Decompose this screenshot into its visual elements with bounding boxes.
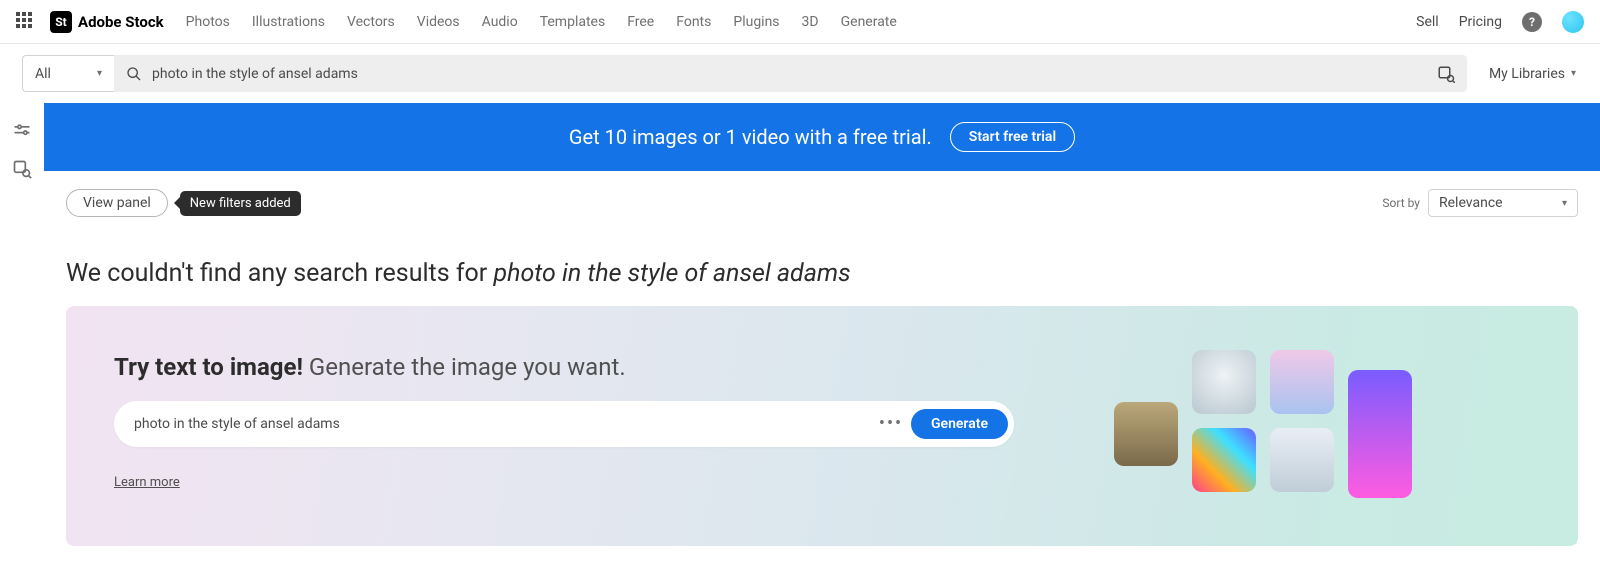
no-results-prefix: We couldn't find any search results for [66,259,493,288]
avatar[interactable] [1562,11,1584,33]
chevron-down-icon: ▾ [1571,68,1576,79]
sample-thumb [1192,428,1256,492]
sort-control: Sort by Relevance ▾ [1382,189,1578,217]
left-rail [0,103,44,574]
header-right: Sell Pricing ? [1416,11,1584,33]
nav-illustrations[interactable]: Illustrations [252,14,325,30]
tti-sample-thumbs [1114,344,1412,498]
top-header: St Adobe Stock Photos Illustrations Vect… [0,0,1600,44]
nav-vectors[interactable]: Vectors [347,14,395,30]
visual-search-icon[interactable] [1437,65,1455,83]
view-panel-button[interactable]: View panel [66,189,168,217]
sample-thumb [1270,428,1334,492]
nav-audio[interactable]: Audio [482,14,518,30]
promo-banner: Get 10 images or 1 video with a free tri… [44,103,1600,171]
sample-thumb [1114,402,1178,466]
tti-heading-bold: Try text to image! [114,353,303,381]
apps-grid-icon[interactable] [16,12,36,32]
filters-icon[interactable] [12,121,32,141]
tti-heading: Try text to image! Generate the image yo… [114,353,1074,381]
nav-generate[interactable]: Generate [841,14,897,30]
nav-free[interactable]: Free [627,14,654,30]
search-box [114,55,1467,92]
sample-thumb [1192,350,1256,414]
sample-thumb [1270,350,1334,414]
chevron-down-icon: ▾ [97,68,102,79]
more-options-icon[interactable]: ••• [877,413,905,434]
sort-label: Sort by [1382,196,1420,210]
generate-button[interactable]: Generate [911,409,1008,439]
my-libraries-dropdown[interactable]: My Libraries ▾ [1489,66,1576,82]
tti-input-wrap: ••• Generate [114,401,1014,447]
sort-select[interactable]: Relevance ▾ [1428,189,1578,217]
chevron-down-icon: ▾ [1562,198,1567,209]
stock-logo-icon[interactable]: St [50,11,72,33]
help-icon[interactable]: ? [1522,12,1542,32]
tti-prompt-input[interactable] [134,416,877,432]
nav-photos[interactable]: Photos [186,14,230,30]
nav-fonts[interactable]: Fonts [676,14,711,30]
search-icon [126,66,142,82]
sample-thumb [1348,370,1412,498]
filters-badge: New filters added [180,191,301,216]
main-layout: Get 10 images or 1 video with a free tri… [0,103,1600,574]
sell-link[interactable]: Sell [1416,14,1439,30]
tti-heading-rest: Generate the image you want. [303,353,626,381]
find-similar-icon[interactable] [12,159,32,179]
start-free-trial-button[interactable]: Start free trial [950,122,1075,152]
nav-plugins[interactable]: Plugins [733,14,779,30]
pricing-link[interactable]: Pricing [1459,14,1502,30]
tti-left: Try text to image! Generate the image yo… [114,353,1074,490]
sort-value: Relevance [1439,195,1503,211]
brand-name[interactable]: Adobe Stock [78,13,164,31]
no-results-heading: We couldn't find any search results for … [44,235,1600,306]
no-results-query: photo in the style of ansel adams [493,259,850,288]
my-libraries-label: My Libraries [1489,66,1565,82]
search-input[interactable] [152,66,1429,82]
nav-3d[interactable]: 3D [802,14,819,30]
learn-more-link[interactable]: Learn more [114,475,180,490]
filters-tooltip: New filters added [180,191,301,216]
content-area: Get 10 images or 1 video with a free tri… [44,103,1600,574]
nav-videos[interactable]: Videos [417,14,460,30]
text-to-image-card: Try text to image! Generate the image yo… [66,306,1578,546]
results-toolbar: View panel New filters added Sort by Rel… [44,171,1600,235]
promo-text: Get 10 images or 1 video with a free tri… [569,125,932,149]
nav-templates[interactable]: Templates [540,14,606,30]
category-select[interactable]: All ▾ [22,55,114,92]
search-row: All ▾ My Libraries ▾ [0,44,1600,103]
top-nav: Photos Illustrations Vectors Videos Audi… [186,14,897,30]
category-value: All [35,66,51,82]
